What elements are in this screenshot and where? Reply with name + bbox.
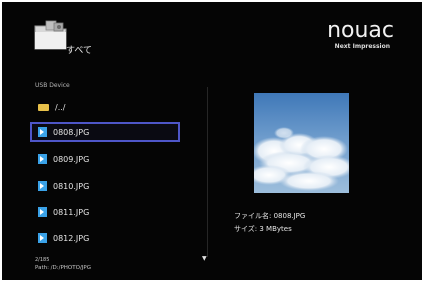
list-item-file[interactable]: 0810.JPG	[32, 176, 182, 196]
media-browser-screen: すべて nouac Next Impression USB Device /..…	[2, 2, 422, 280]
folder-up-icon	[38, 103, 49, 111]
list-item-file[interactable]: 0809.JPG	[32, 149, 182, 169]
scroll-down-icon[interactable]: ▼	[202, 255, 207, 262]
image-file-icon	[38, 154, 47, 164]
folder-all-icon	[34, 20, 67, 50]
file-name-info: ファイル名: 0808.JPG	[234, 212, 306, 220]
image-file-icon	[38, 233, 47, 243]
list-item-file[interactable]: 0811.JPG	[32, 202, 182, 222]
image-file-icon	[38, 181, 47, 191]
page-counter: 2/185	[35, 257, 50, 263]
list-item-file[interactable]: 0812.JPG	[32, 228, 182, 248]
brand-logo: nouac Next Impression	[327, 18, 394, 51]
list-item-label: /../	[55, 102, 66, 112]
logo-text: nouac	[327, 18, 394, 43]
list-item-label: 0812.JPG	[53, 233, 90, 243]
list-item-label: 0808.JPG	[53, 127, 90, 137]
logo-tagline: Next Impression	[334, 43, 390, 50]
list-item-label: 0811.JPG	[53, 207, 90, 217]
image-file-icon	[38, 207, 47, 217]
panel-divider	[207, 87, 208, 257]
image-file-icon	[38, 127, 47, 137]
image-preview	[254, 93, 349, 193]
list-item-label: 0809.JPG	[53, 154, 90, 164]
source-label: USB Device	[35, 82, 70, 89]
page-title: すべて	[66, 46, 93, 56]
current-path: Path: /D:/PHOTO/JPG	[35, 265, 92, 271]
list-item-label: 0810.JPG	[53, 181, 90, 191]
file-size-info: サイズ: 3 MBytes	[234, 225, 292, 233]
list-item-file[interactable]: 0808.JPG	[30, 122, 180, 142]
list-item-parent-dir[interactable]: /../	[32, 97, 182, 117]
